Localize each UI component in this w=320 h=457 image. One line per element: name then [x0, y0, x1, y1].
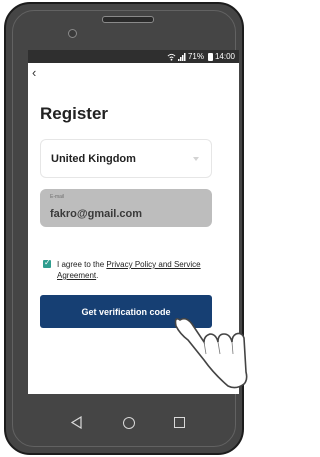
email-value: fakro@gmail.com — [50, 208, 143, 220]
triangle-back-icon[interactable] — [70, 416, 83, 429]
speaker-grill — [102, 16, 154, 23]
agreement-row: ✓ I agree to the Privacy Policy and Serv… — [43, 258, 223, 283]
page-title: Register — [40, 104, 109, 123]
hand-pointer-icon — [174, 317, 248, 389]
check-icon: ✓ — [44, 258, 51, 267]
agreement-text: I agree to the Privacy Policy and Servic… — [57, 259, 217, 281]
status-bar: 71% 14:00 — [28, 50, 239, 63]
wifi-icon — [167, 53, 176, 61]
circle-home-icon[interactable] — [123, 417, 135, 429]
country-select[interactable]: United Kingdom — [40, 139, 212, 178]
status-time: 14:00 — [214, 52, 235, 61]
get-verification-code-label: Get verification code — [81, 306, 171, 317]
signal-icon — [177, 52, 186, 61]
status-icons: 71% 14:00 — [167, 52, 235, 61]
country-value: United Kingdom — [51, 153, 136, 165]
front-camera — [68, 29, 77, 38]
battery-percent: 71% — [187, 52, 204, 61]
agreement-suffix: . — [96, 271, 99, 280]
email-label: E-mail — [50, 194, 65, 200]
square-recent-icon[interactable] — [174, 417, 185, 428]
chevron-down-icon — [193, 157, 199, 161]
agreement-checkbox[interactable]: ✓ — [43, 258, 51, 268]
battery-icon — [207, 52, 213, 61]
android-nav-bar — [28, 405, 239, 442]
back-icon[interactable]: ‹ — [32, 66, 42, 79]
agreement-prefix: I agree to the — [57, 260, 107, 269]
email-field[interactable]: E-mail fakro@gmail.com — [40, 189, 212, 227]
